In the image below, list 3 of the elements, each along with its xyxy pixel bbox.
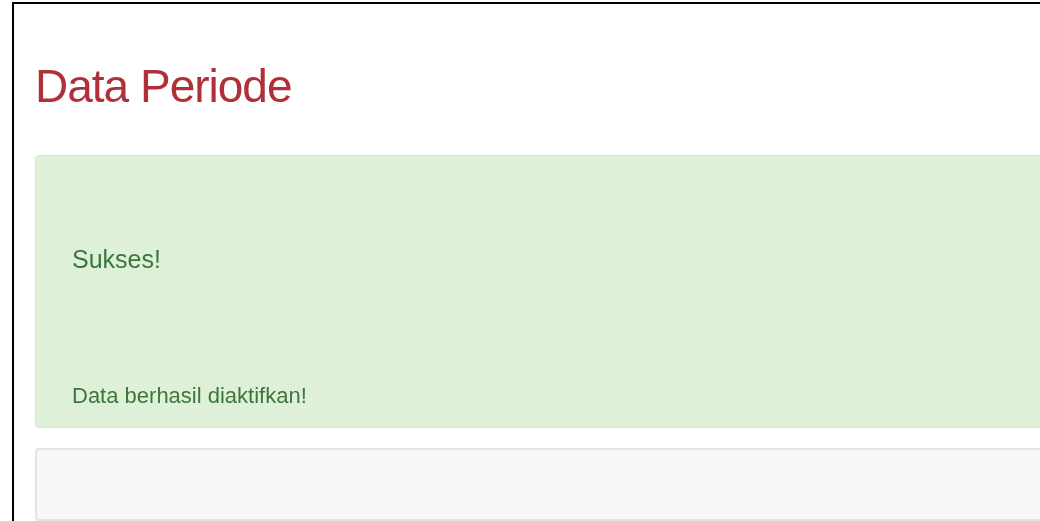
alert-message: Data berhasil diaktifkan! (72, 382, 307, 410)
alert-heading: Sukses! (72, 244, 161, 274)
page-title: Data Periode (35, 59, 292, 114)
